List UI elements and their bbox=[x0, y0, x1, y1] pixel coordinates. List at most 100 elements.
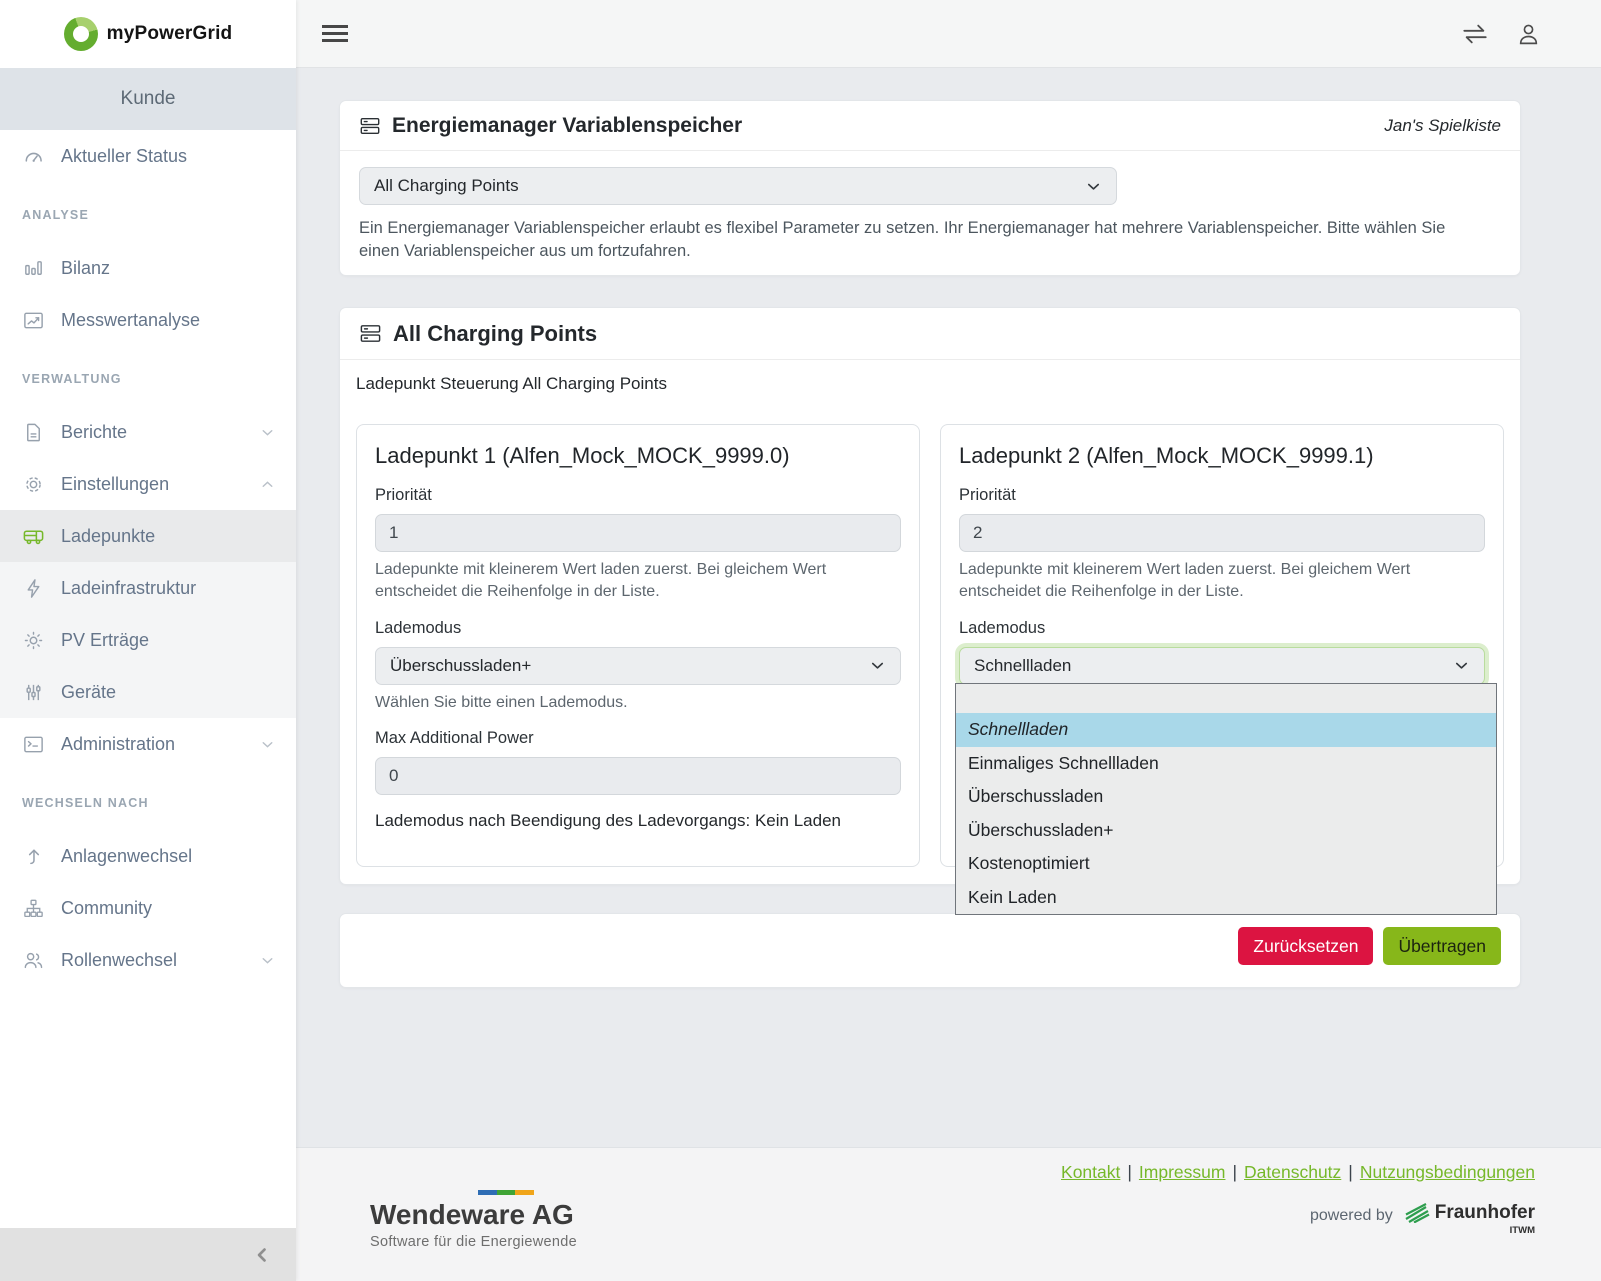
role-banner-label: Kunde bbox=[121, 88, 176, 110]
reset-button[interactable]: Zurücksetzen bbox=[1238, 927, 1373, 965]
app-logo[interactable]: myPowerGrid bbox=[0, 0, 296, 68]
mode-option-ueberschussladen-plus[interactable]: Überschussladen+ bbox=[956, 814, 1496, 848]
user-menu-button[interactable] bbox=[1516, 22, 1541, 47]
server-stack-icon bbox=[359, 322, 382, 345]
fraunhofer-logo: Fraunhofer ITWM bbox=[1404, 1202, 1535, 1236]
sun-icon bbox=[22, 629, 45, 652]
link-nutzungsbedingungen[interactable]: Nutzungsbedingungen bbox=[1360, 1162, 1535, 1182]
link-impressum[interactable]: Impressum bbox=[1139, 1162, 1226, 1182]
footer-links: Kontakt|Impressum|Datenschutz|Nutzungsbe… bbox=[1061, 1162, 1535, 1183]
chevron-down-icon bbox=[1452, 656, 1471, 675]
mode-label: Lademodus bbox=[959, 618, 1485, 639]
mode-option-ueberschussladen[interactable]: Überschussladen bbox=[956, 780, 1496, 814]
sidebar-item-ladeinfrastruktur[interactable]: Ladeinfrastruktur bbox=[0, 562, 296, 614]
mode-option-kein-laden[interactable]: Kein Laden bbox=[956, 881, 1496, 915]
wendeware-logo: Wendeware AG Software für die Energiewen… bbox=[370, 1190, 577, 1250]
person-icon bbox=[1516, 22, 1541, 47]
fraunhofer-stripes-icon bbox=[1404, 1203, 1430, 1223]
link-datenschutz[interactable]: Datenschutz bbox=[1244, 1162, 1341, 1182]
sidebar: myPowerGrid Kunde Aktueller Status ANALY… bbox=[0, 0, 296, 1281]
arrow-up-icon bbox=[22, 845, 45, 868]
sidebar-item-label: Anlagenwechsel bbox=[61, 846, 192, 867]
max-power-input[interactable] bbox=[375, 757, 901, 795]
sidebar-section-wechseln-nach: WECHSELN NACH bbox=[0, 796, 296, 810]
menu-toggle-button[interactable] bbox=[322, 25, 348, 47]
priority-help: Ladepunkte mit kleinerem Wert laden zuer… bbox=[959, 559, 1485, 604]
einstellungen-submenu: Ladepunkte Ladeinfrastruktur PV Erträge … bbox=[0, 510, 296, 718]
sidebar-item-label: Community bbox=[61, 898, 152, 919]
after-charge-note: Lademodus nach Beendigung des Ladevorgan… bbox=[375, 810, 901, 832]
sidebar-item-administration[interactable]: Administration bbox=[0, 718, 296, 770]
server-stack-icon bbox=[359, 115, 381, 137]
sidebar-item-label: Administration bbox=[61, 734, 175, 755]
sidebar-item-einstellungen[interactable]: Einstellungen bbox=[0, 458, 296, 510]
topbar bbox=[296, 0, 1601, 68]
switch-plant-button[interactable] bbox=[1460, 22, 1490, 46]
variablenspeicher-card: Energiemanager Variablenspeicher Jan's S… bbox=[339, 100, 1521, 276]
mode-help: Wählen Sie bitte einen Lademodus. bbox=[375, 692, 901, 714]
fraunhofer-institute: ITWM bbox=[1510, 1225, 1535, 1236]
mode-select-value: Schnellladen bbox=[974, 656, 1071, 676]
mode-option-schnellladen[interactable]: Schnellladen bbox=[956, 713, 1496, 747]
chargepoint-panel-1: Ladepunkt 1 (Alfen_Mock_MOCK_9999.0) Pri… bbox=[356, 424, 920, 867]
sidebar-item-pv-ertraege[interactable]: PV Erträge bbox=[0, 614, 296, 666]
plant-context-label: Jan's Spielkiste bbox=[1384, 116, 1501, 136]
sidebar-section-analyse: ANALYSE bbox=[0, 208, 296, 222]
priority-input[interactable] bbox=[959, 514, 1485, 552]
sidebar-item-rollenwechsel[interactable]: Rollenwechsel bbox=[0, 934, 296, 986]
chevron-down-icon bbox=[259, 952, 276, 969]
chevron-down-icon bbox=[868, 656, 887, 675]
mode-select-focused[interactable]: Schnellladen bbox=[959, 647, 1485, 685]
sidebar-item-label: Messwertanalyse bbox=[61, 310, 200, 331]
variablenspeicher-select-value: All Charging Points bbox=[374, 176, 519, 196]
sidebar-item-bilanz[interactable]: Bilanz bbox=[0, 242, 296, 294]
people-icon bbox=[22, 949, 45, 972]
sidebar-collapse-button[interactable] bbox=[0, 1228, 296, 1281]
sidebar-item-anlagenwechsel[interactable]: Anlagenwechsel bbox=[0, 830, 296, 882]
priority-label: Priorität bbox=[959, 485, 1485, 506]
chargepoint-title: Ladepunkt 1 (Alfen_Mock_MOCK_9999.0) bbox=[375, 442, 901, 469]
sidebar-item-label: Berichte bbox=[61, 422, 127, 443]
sidebar-item-ladepunkte[interactable]: Ladepunkte bbox=[0, 510, 296, 562]
app-logo-text: myPowerGrid bbox=[107, 23, 233, 45]
footer: Wendeware AG Software für die Energiewen… bbox=[296, 1147, 1601, 1281]
max-power-label: Max Additional Power bbox=[375, 728, 901, 749]
fraunhofer-name: Fraunhofer bbox=[1435, 1202, 1535, 1224]
mode-option-einmaliges-schnellladen[interactable]: Einmaliges Schnellladen bbox=[956, 747, 1496, 781]
sidebar-item-label: Geräte bbox=[61, 682, 116, 703]
sidebar-item-label: Einstellungen bbox=[61, 474, 169, 495]
mode-option-kostenoptimiert[interactable]: Kostenoptimiert bbox=[956, 847, 1496, 881]
mode-option-empty[interactable] bbox=[956, 684, 1496, 713]
link-separator: | bbox=[1348, 1162, 1353, 1182]
submit-button[interactable]: Übertragen bbox=[1383, 927, 1501, 965]
mode-dropdown-list: Schnellladen Einmaliges Schnellladen Übe… bbox=[955, 683, 1497, 915]
sidebar-item-berichte[interactable]: Berichte bbox=[0, 406, 296, 458]
sidebar-item-label: Ladeinfrastruktur bbox=[61, 578, 196, 599]
sidebar-item-community[interactable]: Community bbox=[0, 882, 296, 934]
ev-van-icon bbox=[22, 525, 45, 548]
priority-input[interactable] bbox=[375, 514, 901, 552]
powered-by-label: powered by bbox=[1310, 1207, 1393, 1225]
sidebar-item-label: PV Erträge bbox=[61, 630, 149, 651]
sidebar-item-aktueller-status[interactable]: Aktueller Status bbox=[0, 130, 296, 182]
lightning-icon bbox=[22, 577, 45, 600]
sidebar-item-label: Ladepunkte bbox=[61, 526, 155, 547]
sliders-icon bbox=[22, 681, 45, 704]
link-kontakt[interactable]: Kontakt bbox=[1061, 1162, 1120, 1182]
card-subtitle: Ladepunkt Steuerung All Charging Points bbox=[356, 374, 1504, 394]
variablenspeicher-select[interactable]: All Charging Points bbox=[359, 167, 1117, 205]
priority-label: Priorität bbox=[375, 485, 901, 506]
wendeware-tagline: Software für die Energiewende bbox=[370, 1234, 577, 1250]
card-title: Energiemanager Variablenspeicher bbox=[392, 114, 742, 138]
variablenspeicher-description: Ein Energiemanager Variablenspeicher erl… bbox=[359, 217, 1449, 264]
wendeware-color-bar-icon bbox=[478, 1190, 534, 1195]
sidebar-item-label: Aktueller Status bbox=[61, 146, 187, 167]
sidebar-item-geraete[interactable]: Geräte bbox=[0, 666, 296, 718]
main-content: Energiemanager Variablenspeicher Jan's S… bbox=[296, 68, 1601, 1281]
gear-icon bbox=[22, 473, 45, 496]
swap-arrows-icon bbox=[1460, 22, 1490, 46]
terminal-icon bbox=[22, 733, 45, 756]
sidebar-item-messwertanalyse[interactable]: Messwertanalyse bbox=[0, 294, 296, 346]
chevron-up-icon bbox=[259, 476, 276, 493]
mode-select[interactable]: Überschussladen+ bbox=[375, 647, 901, 685]
